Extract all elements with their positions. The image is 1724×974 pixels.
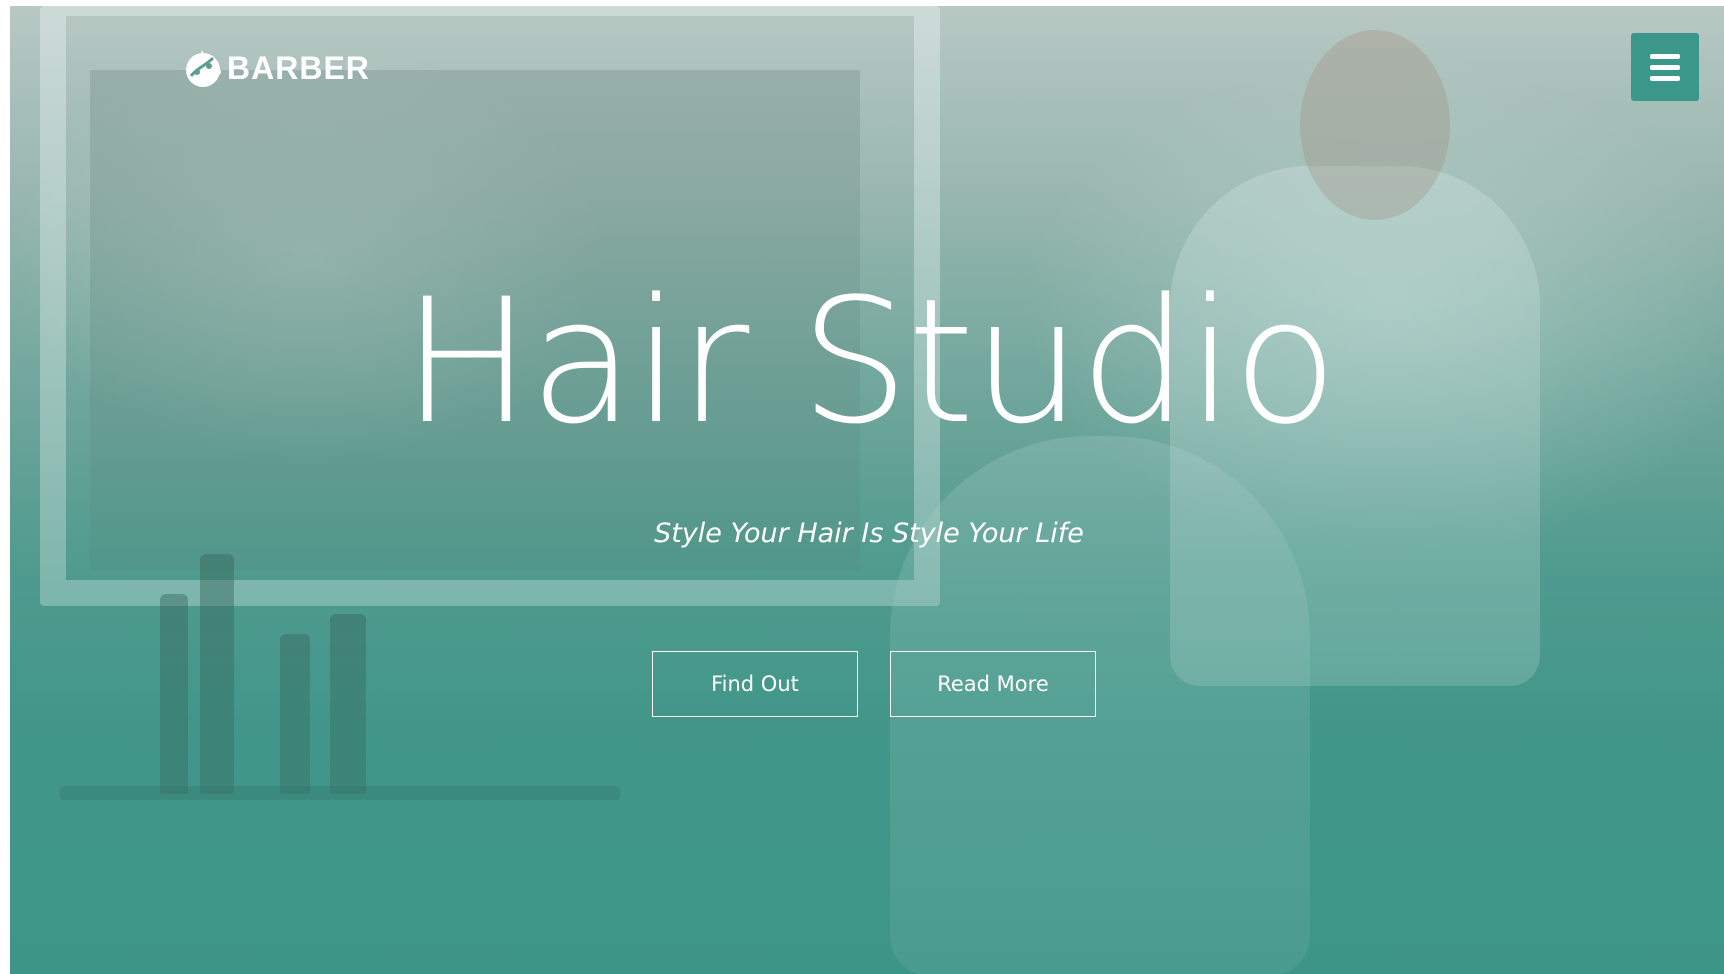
hamburger-menu-icon bbox=[1650, 53, 1680, 59]
site-logo[interactable]: BARBER bbox=[183, 46, 370, 90]
hamburger-menu-icon bbox=[1650, 64, 1680, 70]
page-frame: BARBER Hair Studio Style Your Hair Is St… bbox=[10, 6, 1724, 974]
logo-text: BARBER bbox=[227, 49, 370, 86]
hero-title: Hair Studio bbox=[402, 261, 1338, 462]
barber-logo-icon bbox=[186, 50, 221, 87]
find-out-button[interactable]: Find Out bbox=[652, 651, 858, 717]
hero-subtitle: Style Your Hair Is Style Your Life bbox=[654, 518, 1084, 549]
hamburger-menu-icon bbox=[1650, 75, 1680, 81]
read-more-button[interactable]: Read More bbox=[890, 651, 1096, 717]
teal-gradient-overlay bbox=[10, 6, 1724, 974]
hamburger-menu-button[interactable] bbox=[1631, 33, 1699, 101]
